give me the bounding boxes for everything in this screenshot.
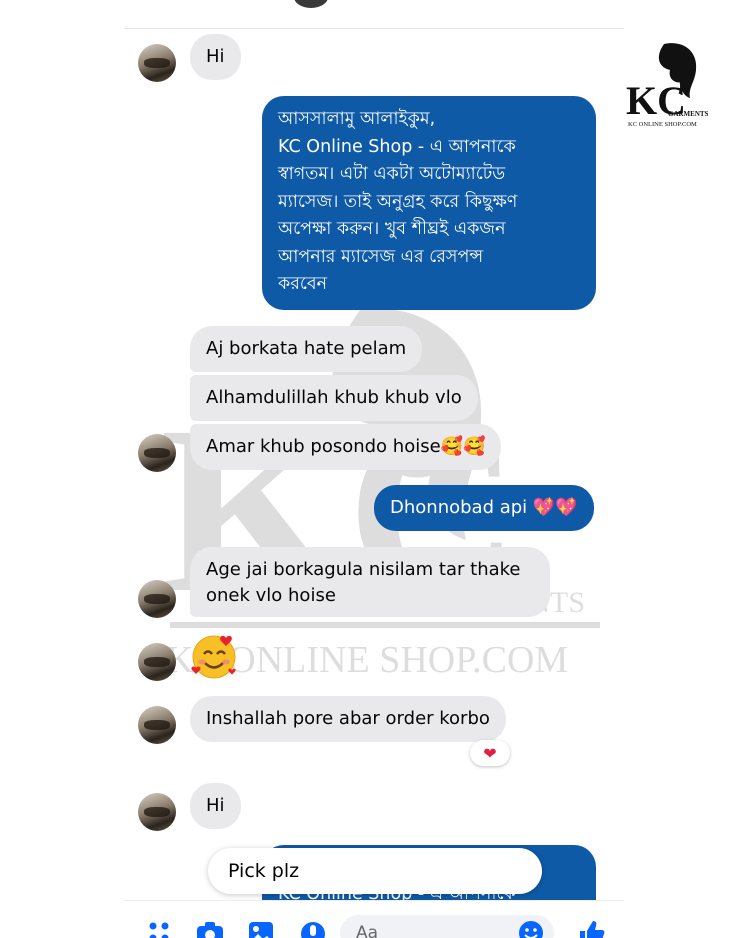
gallery-icon[interactable] [248, 919, 274, 938]
contact-avatar[interactable] [138, 434, 176, 472]
incoming-message[interactable]: Hi [190, 34, 241, 80]
contact-avatar[interactable] [138, 643, 176, 681]
kc-garments-logo: KC GARMENTS KC ONLINE SHOP.COM [624, 40, 714, 132]
emoji-icon[interactable] [518, 920, 544, 938]
contact-avatar[interactable] [138, 44, 176, 82]
logo-line1: GARMENTS [668, 110, 709, 118]
messenger-chat-window: KC GARMENTS KC ONLINE SHOP.COM Hi আসসালা… [124, 0, 624, 938]
incoming-message[interactable]: Alhamdulillah khub khub vlo [190, 375, 478, 421]
incoming-message[interactable]: Hi [190, 783, 241, 829]
incoming-message[interactable]: Inshallah pore abar order korbo [190, 696, 506, 742]
like-icon[interactable] [578, 919, 605, 938]
heart-reaction-icon: ❤ [483, 743, 497, 763]
header-avatar[interactable] [294, 0, 328, 8]
message-reaction[interactable]: ❤ [470, 740, 510, 766]
incoming-message[interactable]: Amar khub posondo hoise🥰🥰 [190, 424, 502, 470]
grid-menu-icon[interactable] [146, 919, 172, 938]
microphone-icon[interactable] [300, 919, 326, 938]
outgoing-message[interactable]: Dhonnobad api 💖💖 [374, 485, 594, 531]
incoming-message[interactable]: Age jai borkagula nisilam tar thake onek… [190, 547, 550, 617]
contact-avatar[interactable] [138, 580, 176, 618]
message-composer: Aa [124, 900, 624, 938]
logo-line2: KC ONLINE SHOP.COM [628, 121, 697, 128]
contact-avatar[interactable] [138, 706, 176, 744]
outgoing-auto-reply[interactable]: আসসালামু আলাইকুম, KC Online Shop - এ আপন… [262, 96, 596, 310]
header-divider [124, 28, 624, 29]
contact-avatar[interactable] [138, 793, 176, 831]
big-emoji-message[interactable] [190, 630, 240, 680]
camera-icon[interactable] [196, 919, 223, 938]
message-input[interactable]: Aa [340, 915, 554, 938]
incoming-message[interactable]: Aj borkata hate pelam [190, 326, 423, 372]
message-input-placeholder: Aa [356, 923, 379, 938]
pick-plz-label: Pick plz [208, 848, 542, 894]
